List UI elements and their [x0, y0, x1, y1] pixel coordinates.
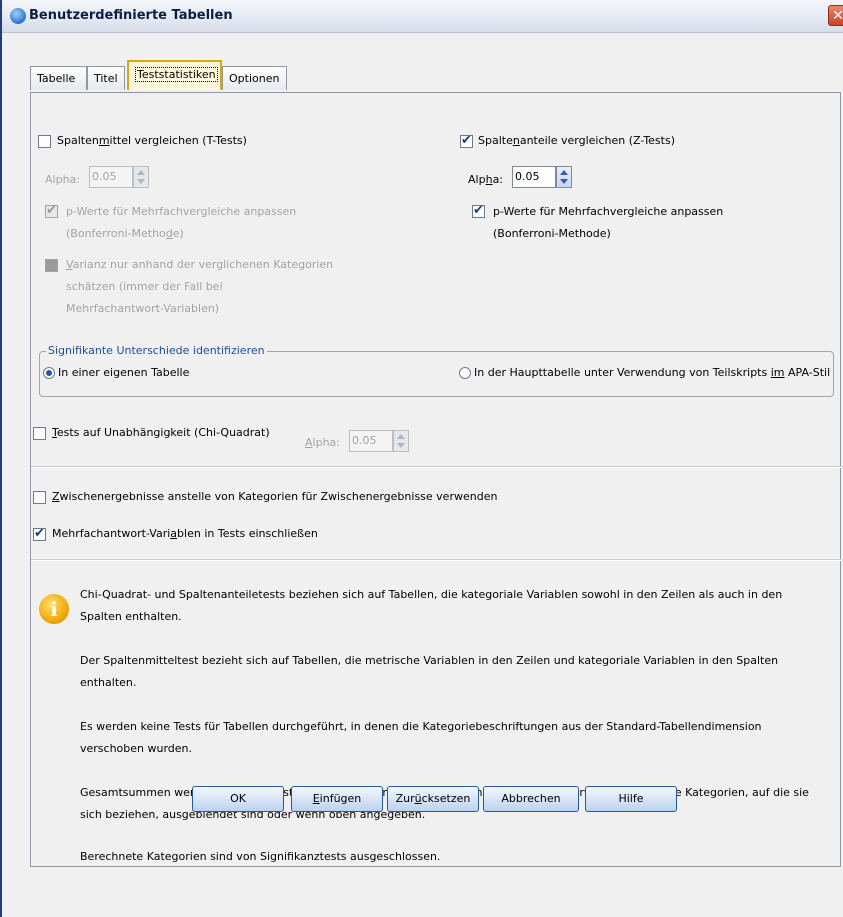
- props-alpha-label: Alpha:: [468, 173, 504, 186]
- spinner-arrows-icon[interactable]: [556, 166, 572, 188]
- means-adjust-line2: (Bonferroni-Methode): [66, 227, 184, 240]
- variance-line3: Mehrfachantwort-Variablen): [66, 302, 220, 315]
- props-adjust-pvalues-checkbox[interactable]: [472, 203, 485, 218]
- reset-button[interactable]: Zurücksetzen: [387, 786, 479, 812]
- independence-test-label: Tests auf Unabhängigkeit (Chi-Quadrat): [52, 426, 270, 439]
- compare-means-checkbox[interactable]: [38, 135, 51, 148]
- title-bar[interactable]: Benutzerdefinierte Tabellen ✕: [2, 0, 843, 33]
- radio-separate-table[interactable]: [43, 367, 55, 379]
- subtotals-checkbox[interactable]: [33, 491, 46, 504]
- radio-main-table-apa[interactable]: [459, 367, 471, 379]
- close-button[interactable]: ✕: [828, 5, 843, 26]
- independence-alpha-label: Alpha:: [305, 436, 340, 449]
- window-title: Benutzerdefinierte Tabellen: [29, 8, 233, 23]
- variance-line2: schätzen (immer der Fall bei: [66, 280, 223, 293]
- props-adjust-line2: (Bonferroni-Methode): [493, 227, 611, 240]
- dialog-window: Benutzerdefinierte Tabellen ✕ Tabelle Ti…: [0, 0, 843, 917]
- props-adjust-line1: p-Werte für Mehrfachvergleiche anpassen: [493, 205, 724, 218]
- compare-proportions-label: Spaltenanteile vergleichen (Z-Tests): [478, 134, 675, 147]
- props-alpha-value[interactable]: 0.05: [512, 166, 556, 188]
- independence-test-checkbox[interactable]: [33, 427, 46, 440]
- variance-estimate-checkbox[interactable]: [45, 259, 58, 272]
- multiresponse-label: Mehrfachantwort-Variablen in Tests einsc…: [52, 527, 318, 540]
- info-paragraph-1: Chi-Quadrat- und Spaltenanteiletests bez…: [80, 588, 783, 623]
- independence-alpha-value: 0.05: [349, 430, 393, 452]
- means-adjust-line1: p-Werte für Mehrfachvergleiche anpassen: [66, 205, 297, 218]
- info-paragraph-5: Berechnete Kategorien sind von Signifika…: [80, 850, 441, 863]
- radio-main-table-apa-label[interactable]: In der Haupttabelle unter Verwendung von…: [474, 366, 830, 379]
- tab-panel: Spaltenmittel vergleichen (T-Tests) Alph…: [30, 92, 842, 867]
- ok-button[interactable]: OK: [192, 786, 284, 812]
- separator: [31, 559, 842, 561]
- means-adjust-pvalues-checkbox[interactable]: [45, 203, 58, 218]
- significance-groupbox: Signifikante Unterschiede identifizieren…: [39, 344, 834, 397]
- compare-proportions-checkbox[interactable]: [460, 133, 473, 148]
- separator: [31, 466, 842, 468]
- help-button[interactable]: Hilfe: [585, 786, 677, 812]
- radio-separate-table-label[interactable]: In einer eigenen Tabelle: [58, 366, 189, 379]
- info-icon: i: [39, 594, 69, 624]
- subtotals-label: Zwischenergebnisse anstelle von Kategori…: [52, 490, 498, 503]
- significance-legend: Signifikante Unterschiede identifizieren: [46, 344, 267, 357]
- tab-teststatistiken[interactable]: Teststatistiken: [127, 60, 222, 90]
- info-paragraph-2: Der Spaltenmitteltest bezieht sich auf T…: [80, 654, 779, 689]
- compare-means-label: Spaltenmittel vergleichen (T-Tests): [57, 134, 247, 147]
- means-alpha-label: Alpha:: [45, 173, 80, 186]
- paste-button[interactable]: Einfügen: [291, 786, 383, 812]
- tab-tabelle[interactable]: Tabelle: [30, 66, 87, 90]
- variance-line1: Varianz nur anhand der verglichenen Kate…: [66, 258, 334, 271]
- spinner-arrows-icon[interactable]: [133, 166, 149, 188]
- tab-titel[interactable]: Titel: [87, 66, 125, 90]
- app-globe-icon: [10, 8, 26, 24]
- means-alpha-value: 0.05: [89, 166, 133, 188]
- cancel-button[interactable]: Abbrechen: [483, 786, 579, 812]
- tab-teststatistiken-label: Teststatistiken: [135, 67, 218, 82]
- spinner-arrows-icon[interactable]: [393, 430, 409, 452]
- info-paragraph-3: Es werden keine Tests für Tabellen durch…: [80, 720, 762, 755]
- multiresponse-checkbox[interactable]: [33, 526, 46, 541]
- tab-optionen[interactable]: Optionen: [222, 66, 287, 90]
